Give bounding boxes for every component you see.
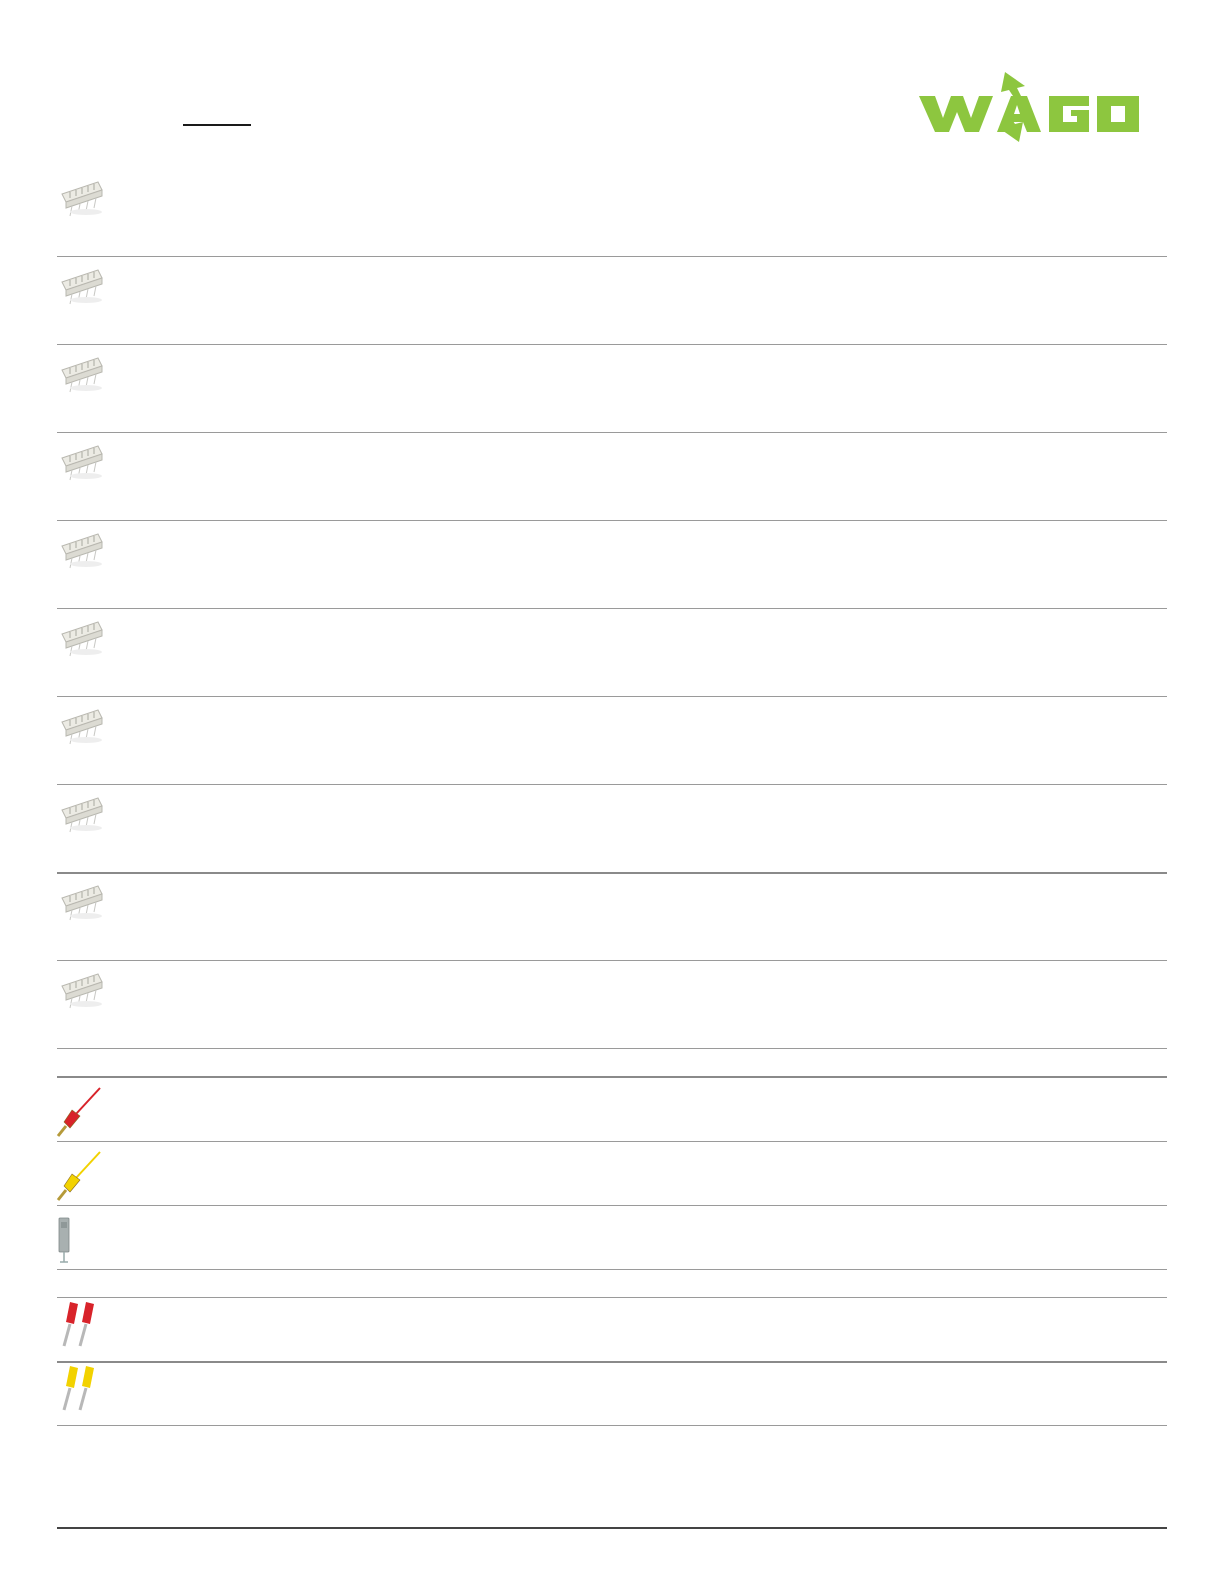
red-test-plug-icon [56, 1086, 104, 1143]
row-separator [57, 696, 1167, 697]
row-separator [57, 432, 1167, 433]
row-separator [57, 1361, 1167, 1363]
red-test-plug-pair-icon [56, 1298, 104, 1355]
wago-logo-mark [919, 72, 1139, 142]
row-separator [57, 960, 1167, 961]
row-separator [57, 1269, 1167, 1270]
row-separator [57, 256, 1167, 257]
gray-test-adapter-icon [55, 1214, 75, 1271]
connector-thumbnail-icon [58, 792, 106, 841]
yellow-test-plug-pair-icon [56, 1362, 104, 1419]
connector-thumbnail-icon [58, 352, 106, 401]
row-separator [57, 872, 1167, 874]
connector-thumbnail-icon [58, 704, 106, 753]
footer-rule [57, 1527, 1167, 1529]
yellow-test-plug-icon [56, 1150, 104, 1207]
row-separator [57, 1205, 1167, 1206]
row-separator [57, 784, 1167, 785]
wago-logo [919, 72, 1139, 142]
connector-thumbnail-icon [58, 440, 106, 489]
connector-thumbnail-icon [58, 880, 106, 929]
header-underline [183, 124, 251, 126]
connector-thumbnail-icon [58, 968, 106, 1017]
connector-thumbnail-icon [58, 264, 106, 313]
row-separator [57, 344, 1167, 345]
connector-thumbnail-icon [58, 528, 106, 577]
row-separator [57, 1297, 1167, 1298]
row-separator [57, 608, 1167, 609]
section-separator [57, 1076, 1167, 1078]
row-separator [57, 1425, 1167, 1426]
row-separator [57, 520, 1167, 521]
row-separator [57, 1141, 1167, 1142]
connector-thumbnail-icon [58, 616, 106, 665]
row-separator [57, 1048, 1167, 1049]
connector-thumbnail-icon [58, 176, 106, 225]
